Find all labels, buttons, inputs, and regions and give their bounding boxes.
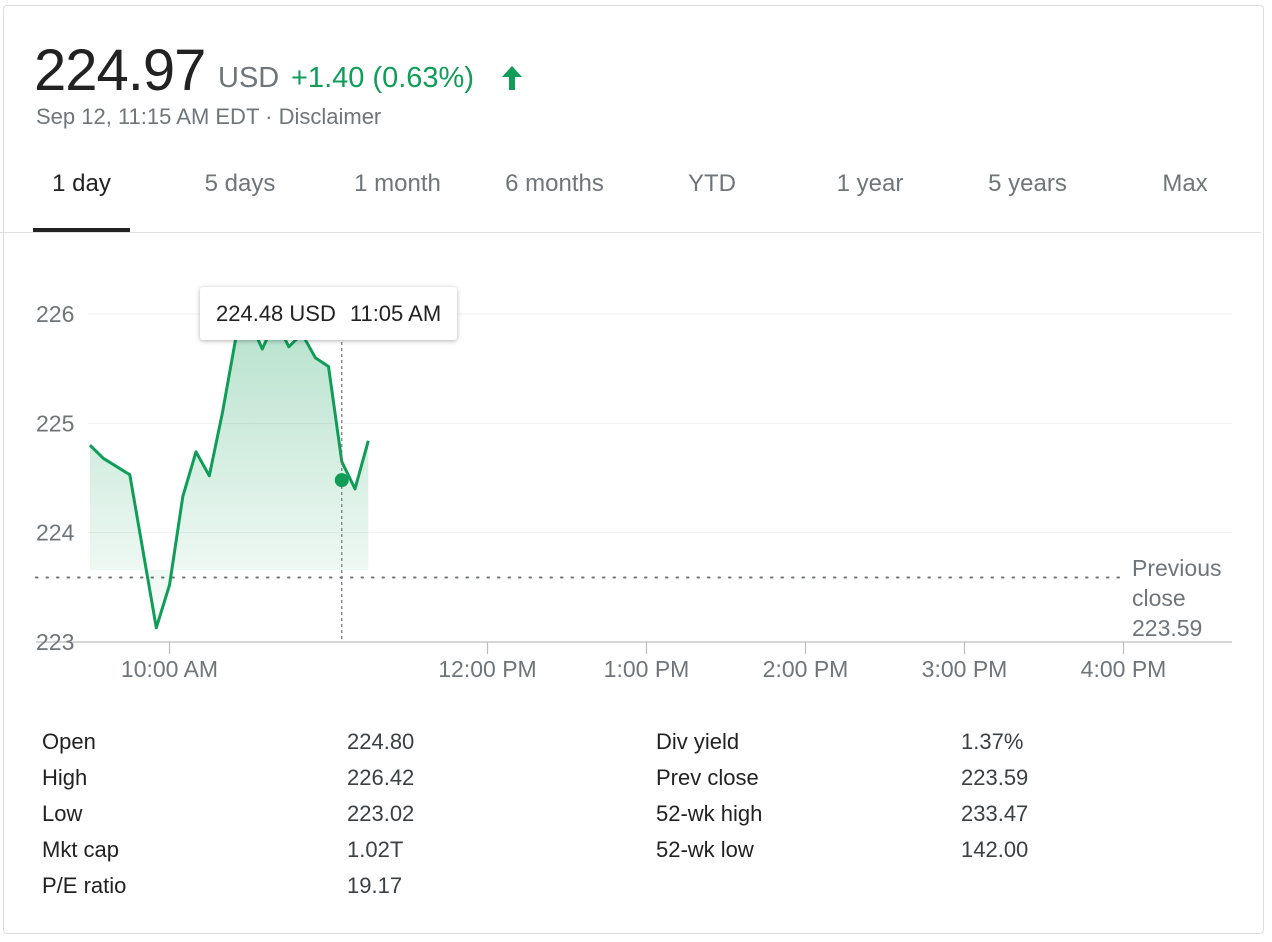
x-tick-label: 10:00 AM	[121, 656, 218, 682]
stat-label-high: High	[42, 765, 88, 790]
stat-value-low: 223.02	[347, 801, 415, 826]
x-tick-label: 3:00 PM	[922, 656, 1008, 682]
stats-right-column: Div yield 1.37% Prev close 223.59 52-wk hi…	[656, 728, 1076, 872]
stat-label-52wk-low: 52-wk low	[656, 837, 754, 862]
stat-value-pe-ratio: 19.17	[347, 873, 403, 898]
stat-value-52wk-low: 142.00	[961, 837, 1029, 862]
previous-close-value: 223.59	[1132, 615, 1202, 641]
price-chart[interactable]: 226 225 224 223 10:00 AM 12:00 PM 1:00 PM 2:00 …	[0, 0, 1272, 720]
x-tick-label: 4:00 PM	[1081, 656, 1167, 682]
x-tick-label: 1:00 PM	[604, 656, 690, 682]
stat-row: Div yield 1.37%	[656, 728, 1076, 764]
stat-value-prev-close: 223.59	[961, 765, 1029, 790]
stat-row: Mkt cap 1.02T	[42, 836, 462, 872]
y-tick-label: 224	[36, 520, 75, 546]
chart-tooltip: 224.48 USD 11:05 AM	[200, 287, 458, 340]
tooltip-time: 11:05 AM	[349, 301, 442, 326]
previous-close-label: close	[1132, 585, 1186, 611]
stat-row: Open 224.80	[42, 728, 462, 764]
tooltip-price: 224.48 USD	[216, 301, 336, 326]
hover-point	[334, 473, 349, 488]
stat-label-open: Open	[42, 729, 96, 754]
stat-label-52wk-high: 52-wk high	[656, 801, 763, 826]
stat-row: Prev close 223.59	[656, 764, 1076, 800]
stat-value-div-yield: 1.37%	[961, 729, 1024, 754]
stat-value-high: 226.42	[347, 765, 415, 790]
stat-value-mkt-cap: 1.02T	[347, 837, 404, 862]
x-tick-label: 2:00 PM	[763, 656, 849, 682]
x-tick-label: 12:00 PM	[438, 656, 536, 682]
stat-row: 52-wk low 142.00	[656, 836, 1076, 872]
stat-row: P/E ratio 19.17	[42, 872, 462, 908]
stat-value-52wk-high: 233.47	[961, 801, 1029, 826]
y-tick-label: 226	[36, 301, 74, 327]
y-tick-label: 225	[36, 410, 74, 436]
previous-close-label: Previous	[1132, 555, 1221, 581]
stat-label-low: Low	[42, 801, 83, 826]
stat-row: High 226.42	[42, 764, 462, 800]
stats-left-column: Open 224.80 High 226.42 Low 223.02 Mkt cap 1…	[42, 728, 462, 908]
stat-label-pe-ratio: P/E ratio	[42, 873, 127, 898]
stat-label-div-yield: Div yield	[656, 729, 740, 754]
stat-label-mkt-cap: Mkt cap	[42, 837, 120, 862]
stat-label-prev-close: Prev close	[656, 765, 759, 790]
y-tick-label: 223	[36, 629, 74, 655]
stat-row: 52-wk high 233.47	[656, 800, 1076, 836]
stat-value-open: 224.80	[347, 729, 415, 754]
stat-row: Low 223.02	[42, 800, 462, 836]
